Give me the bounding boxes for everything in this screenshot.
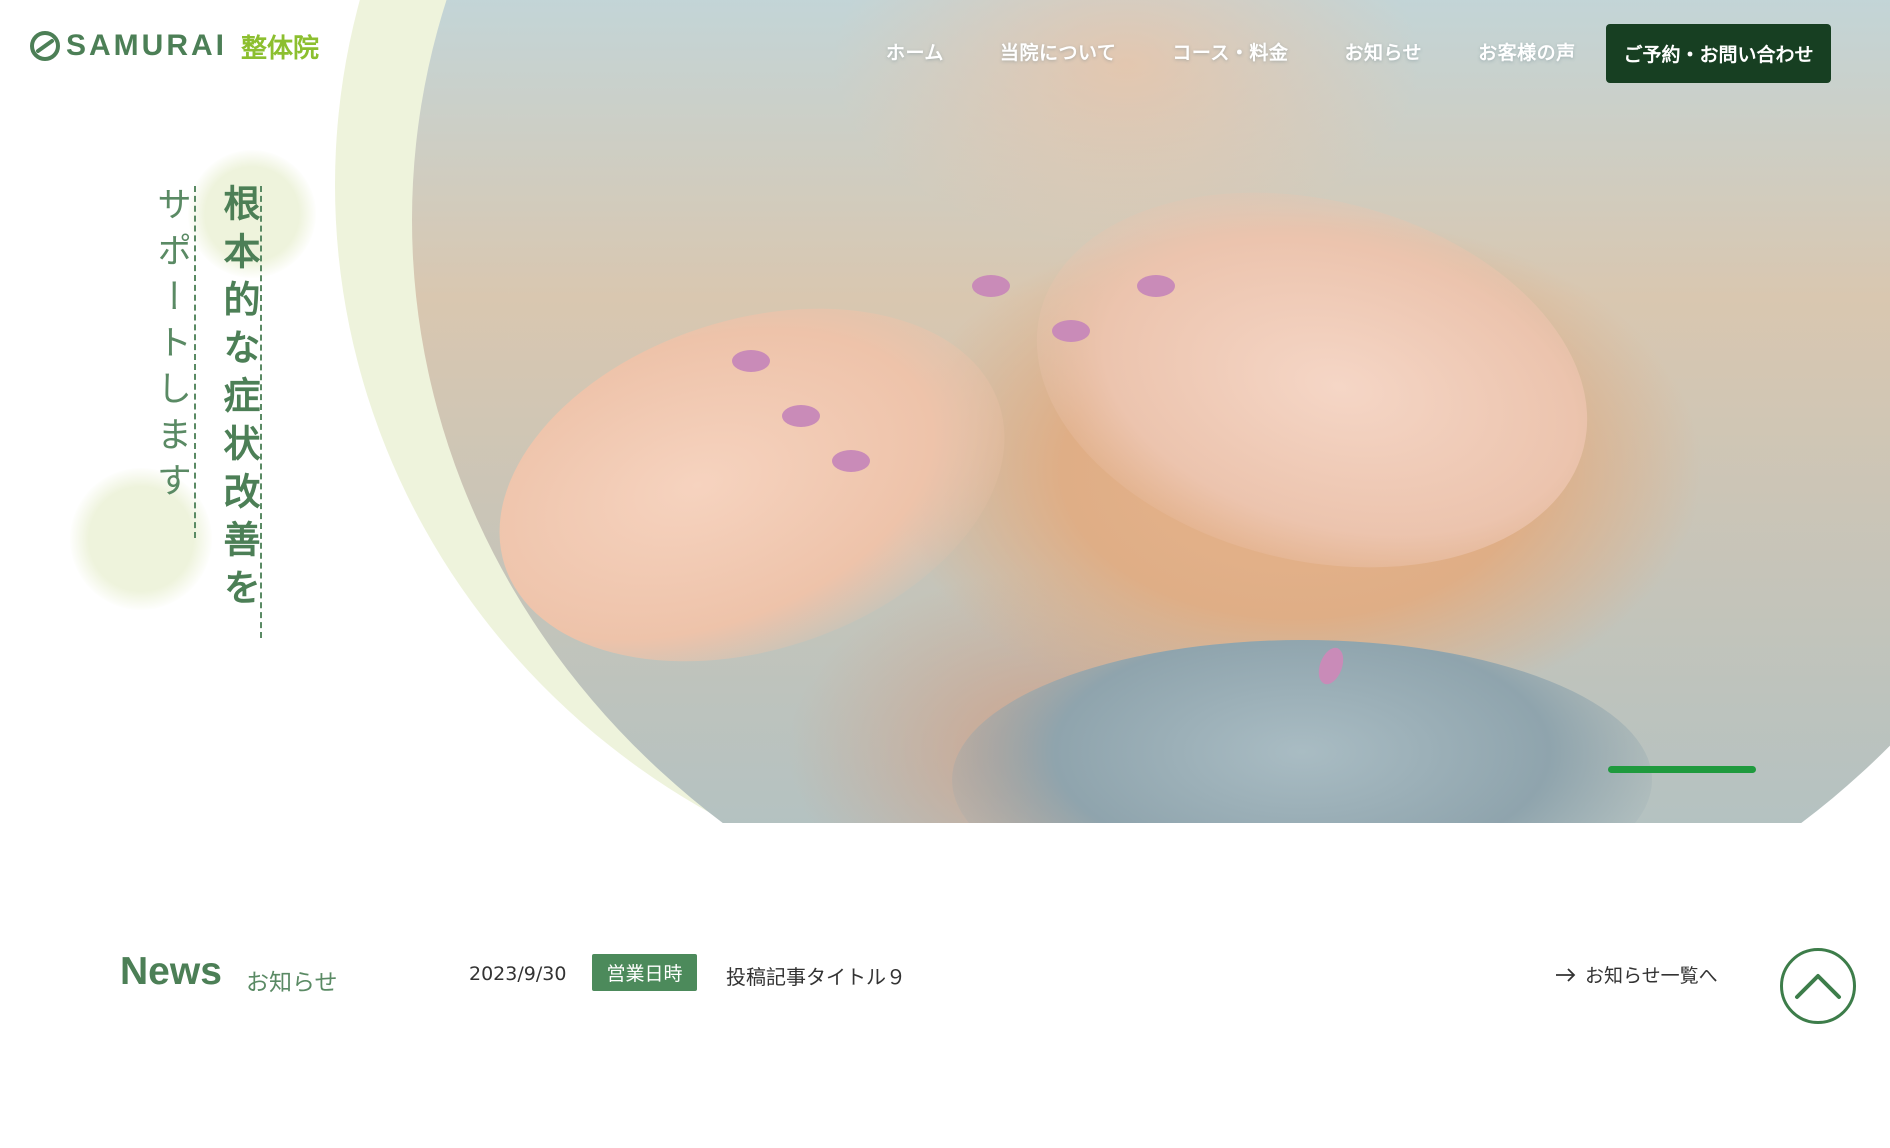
hero-image-nail <box>832 450 870 472</box>
site-logo[interactable]: SAMURAI 整体院 <box>30 26 319 66</box>
slider-indicator-active[interactable] <box>1608 766 1756 773</box>
arrow-right-icon <box>1556 967 1576 982</box>
hero-section <box>0 0 1890 823</box>
news-post-link[interactable]: 投稿記事タイトル９ <box>726 961 906 990</box>
hero-image-nail <box>972 275 1010 297</box>
news-heading: News <box>120 950 222 993</box>
news-more-link[interactable]: お知らせ一覧へ <box>1555 961 1718 988</box>
logo-subtitle: 整体院 <box>241 33 320 64</box>
news-more-label: お知らせ一覧へ <box>1585 965 1718 987</box>
hero-image <box>412 0 1890 823</box>
nav-item-home[interactable]: ホーム <box>886 38 944 65</box>
hero-image-hand-right <box>996 137 1628 623</box>
hero-catch-main: 根本的な症状改善を <box>217 184 261 616</box>
nav-item-about[interactable]: 当院について <box>1000 38 1116 65</box>
news-date: 2023/9/30 <box>469 963 567 985</box>
hero-image-nail <box>732 350 770 372</box>
hero-image-nail <box>1137 275 1175 297</box>
news-subheading: お知らせ <box>246 970 338 996</box>
hero-image-nail <box>782 405 820 427</box>
hero-image-hair <box>952 640 1652 823</box>
hero-catch-sub: サポートします <box>151 186 191 508</box>
hero-image-nail <box>1052 320 1090 342</box>
page-top-button[interactable] <box>1780 948 1856 1024</box>
reservation-button[interactable]: ご予約・お問い合わせ <box>1606 24 1831 83</box>
nav-item-courses[interactable]: コース・料金 <box>1172 38 1288 65</box>
logo-wordmark: SAMURAI <box>66 29 227 62</box>
samurai-logo-icon <box>30 31 60 61</box>
nav-item-voices[interactable]: お客様の声 <box>1478 38 1576 65</box>
global-nav: ホーム 当院について コース・料金 お知らせ お客様の声 <box>886 38 1632 65</box>
nav-item-news[interactable]: お知らせ <box>1344 38 1422 65</box>
chevron-up-icon <box>1795 974 1841 999</box>
news-category-badge: 営業日時 <box>592 954 697 991</box>
